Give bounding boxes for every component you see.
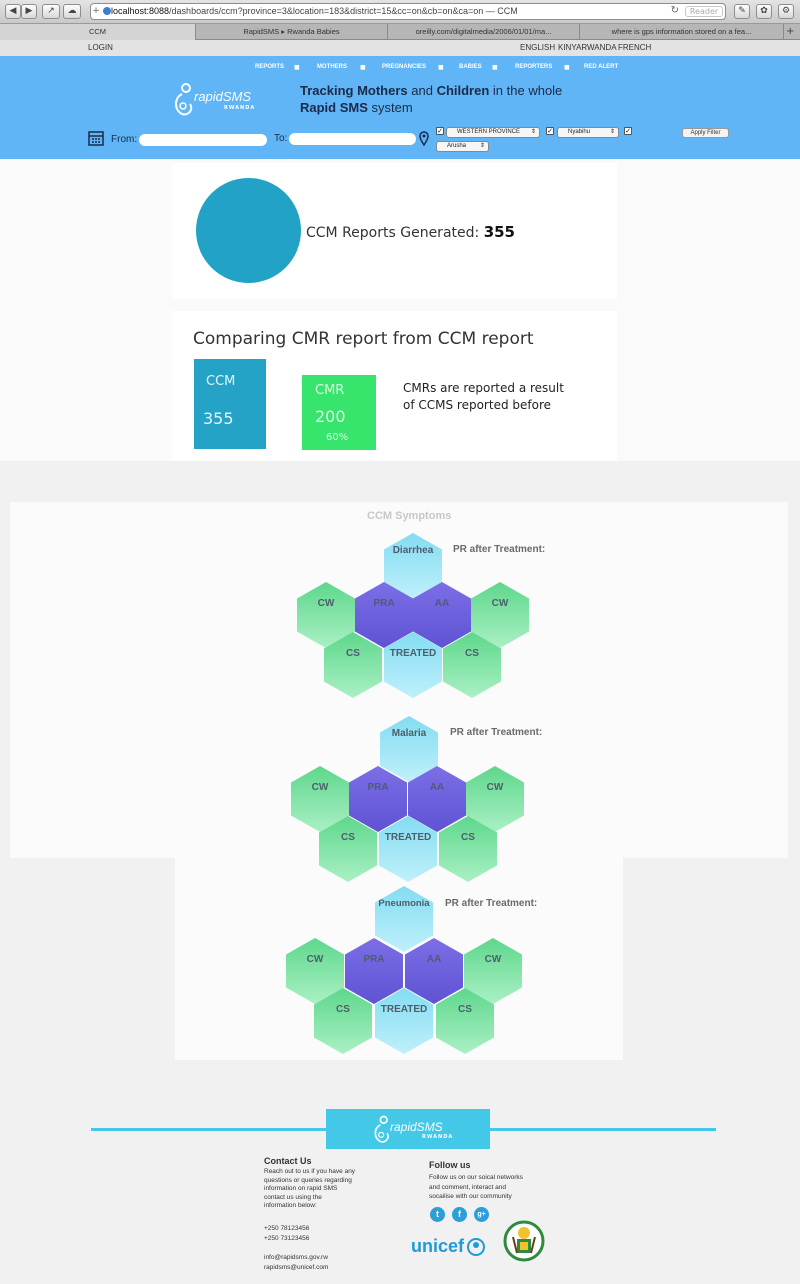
email-link[interactable]: rapidsms@unicef.com	[264, 1263, 328, 1273]
unicef-emblem-icon	[467, 1238, 485, 1256]
tab-bar: CCM RapidSMS ▸ Rwanda Babies oreilly.com…	[0, 24, 800, 40]
rapidsms-logo[interactable]: rapidSMS RWANDA	[172, 82, 258, 118]
cmr-box: CMR 200 60%	[302, 375, 376, 450]
cmr-box-label: CMR	[315, 383, 345, 398]
comparison-note: CMRs are reported a result of CCMS repor…	[403, 381, 564, 412]
contact-phones: +250 78123456 +250 73123456	[264, 1225, 310, 1242]
unicef-logo: unicef	[411, 1236, 465, 1256]
comparison-panel: Comparing CMR report from CCM report CCM…	[172, 311, 617, 461]
to-date-input[interactable]	[289, 133, 416, 145]
contact-title: Contact Us	[264, 1156, 312, 1166]
new-tab-icon[interactable]: +	[786, 24, 794, 39]
ccm-box: CCM 355	[194, 359, 266, 449]
lang-kinyarwanda[interactable]: KINYARWANDA	[558, 40, 617, 56]
footer-logo-subtext: RWANDA	[422, 1134, 454, 1140]
location-select[interactable]: Arusha	[436, 141, 489, 152]
nav-pregnancies[interactable]: PREGNANCIES	[382, 64, 426, 70]
reports-generated: CCM Reports Generated: 355	[306, 223, 515, 241]
email-link[interactable]: info@rapidsms.gov.rw	[264, 1253, 328, 1263]
facebook-icon[interactable]: f	[452, 1207, 467, 1222]
from-date-input[interactable]	[139, 134, 267, 146]
google-plus-icon[interactable]: g+	[474, 1207, 489, 1222]
comparison-title: Comparing CMR report from CCM report	[193, 329, 534, 349]
nav-red-alert[interactable]: RED ALERT	[584, 64, 618, 70]
contact-text: Reach out to us if you have any question…	[264, 1168, 356, 1209]
url-text: localhost:8088/dashboards/ccm?province=3…	[111, 6, 518, 16]
district-select[interactable]: Nyabihu	[557, 127, 619, 138]
login-link[interactable]: LOGIN	[88, 40, 113, 56]
nav-separator: ■	[492, 64, 498, 71]
extension2-icon[interactable]: ✿	[756, 4, 772, 19]
footer-logo-text: rapidSMS	[390, 1120, 443, 1134]
logo-subtext: RWANDA	[224, 105, 256, 111]
reader-button[interactable]: Reader	[685, 6, 723, 17]
follow-title: Follow us	[429, 1160, 471, 1170]
nav-separator: ■	[294, 64, 300, 71]
top-line: LOGIN ENGLISH KINYARWANDA FRENCH	[0, 40, 800, 56]
nav-reporters[interactable]: REPORTERS	[515, 64, 552, 70]
ccm-box-value: 355	[203, 409, 234, 428]
mother-child-icon	[374, 1115, 389, 1143]
cmr-box-value: 200	[315, 407, 346, 426]
extension-icon[interactable]: ✎	[734, 4, 750, 19]
twitter-icon[interactable]: t	[430, 1207, 445, 1222]
site-globe-icon	[103, 7, 111, 15]
settings-icon[interactable]: ⚙	[778, 4, 794, 19]
tab-gps-info[interactable]: where is gps information stored on a fea…	[580, 24, 784, 40]
pr-after-treatment-label: PR after Treatment:	[450, 727, 543, 738]
tab-rapidsms-babies[interactable]: RapidSMS ▸ Rwanda Babies	[196, 24, 388, 40]
from-label: From:	[111, 134, 138, 145]
reload-icon[interactable]: ↻	[671, 5, 679, 16]
province-checkbox[interactable]: ✓	[436, 127, 444, 135]
browser-toolbar: ◀ ▶ ↗ ☁ + localhost:8088/dashboards/ccm?…	[0, 0, 800, 24]
nav-separator: ■	[438, 64, 444, 71]
forward-icon[interactable]: ▶	[21, 4, 37, 19]
cloud-icon[interactable]: ☁	[63, 4, 81, 19]
nav-mothers[interactable]: MOTHERS	[317, 64, 347, 70]
reports-circle	[196, 178, 301, 283]
back-icon[interactable]: ◀	[5, 4, 21, 19]
district-checkbox[interactable]: ✓	[546, 127, 554, 135]
cmr-box-percent: 60%	[326, 432, 349, 443]
mother-child-icon	[175, 83, 193, 116]
header-tagline: Tracking Mothers and Children in the who…	[300, 83, 563, 115]
share-icon[interactable]: ↗	[42, 4, 60, 19]
location-pin-icon	[419, 131, 429, 146]
to-label: To:	[274, 133, 288, 144]
contact-emails: info@rapidsms.gov.rw rapidsms@unicef.com	[264, 1253, 328, 1272]
location-checkbox[interactable]: ✓	[624, 127, 632, 135]
nav-babies[interactable]: BABIES	[459, 64, 482, 70]
nav-separator: ■	[564, 64, 570, 71]
reports-summary-panel: CCM Reports Generated: 355	[172, 163, 617, 299]
apply-filter-button[interactable]: Apply Filter	[682, 128, 729, 138]
tab-oreilly[interactable]: oreilly.com/digitalmedia/2006/01/01/ma..…	[388, 24, 580, 40]
lang-english[interactable]: ENGLISH	[520, 40, 555, 56]
symptoms-title: CCM Symptoms	[367, 510, 452, 522]
footer-logo[interactable]: rapidSMS RWANDA	[326, 1109, 490, 1149]
province-select[interactable]: WESTERN PROVINCE	[446, 127, 540, 138]
tab-ccm[interactable]: CCM	[0, 24, 196, 40]
calendar-icon[interactable]	[88, 130, 104, 146]
address-bar[interactable]: + localhost:8088/dashboards/ccm?province…	[90, 3, 726, 20]
add-bookmark-icon[interactable]: +	[90, 6, 102, 16]
nav-separator: ■	[360, 64, 366, 71]
lang-french[interactable]: FRENCH	[618, 40, 651, 56]
site-header: REPORTS ■ MOTHERS ■ PREGNANCIES ■ BABIES…	[0, 56, 800, 159]
nav-reports[interactable]: REPORTS	[255, 64, 284, 70]
pr-after-treatment-label: PR after Treatment:	[445, 898, 538, 909]
rwanda-seal-icon	[503, 1220, 545, 1262]
logo-text: rapidSMS	[194, 89, 252, 104]
ccm-box-label: CCM	[206, 374, 236, 389]
follow-text: Follow us on our soical networks and com…	[429, 1174, 523, 1200]
pr-after-treatment-label: PR after Treatment:	[453, 544, 546, 555]
